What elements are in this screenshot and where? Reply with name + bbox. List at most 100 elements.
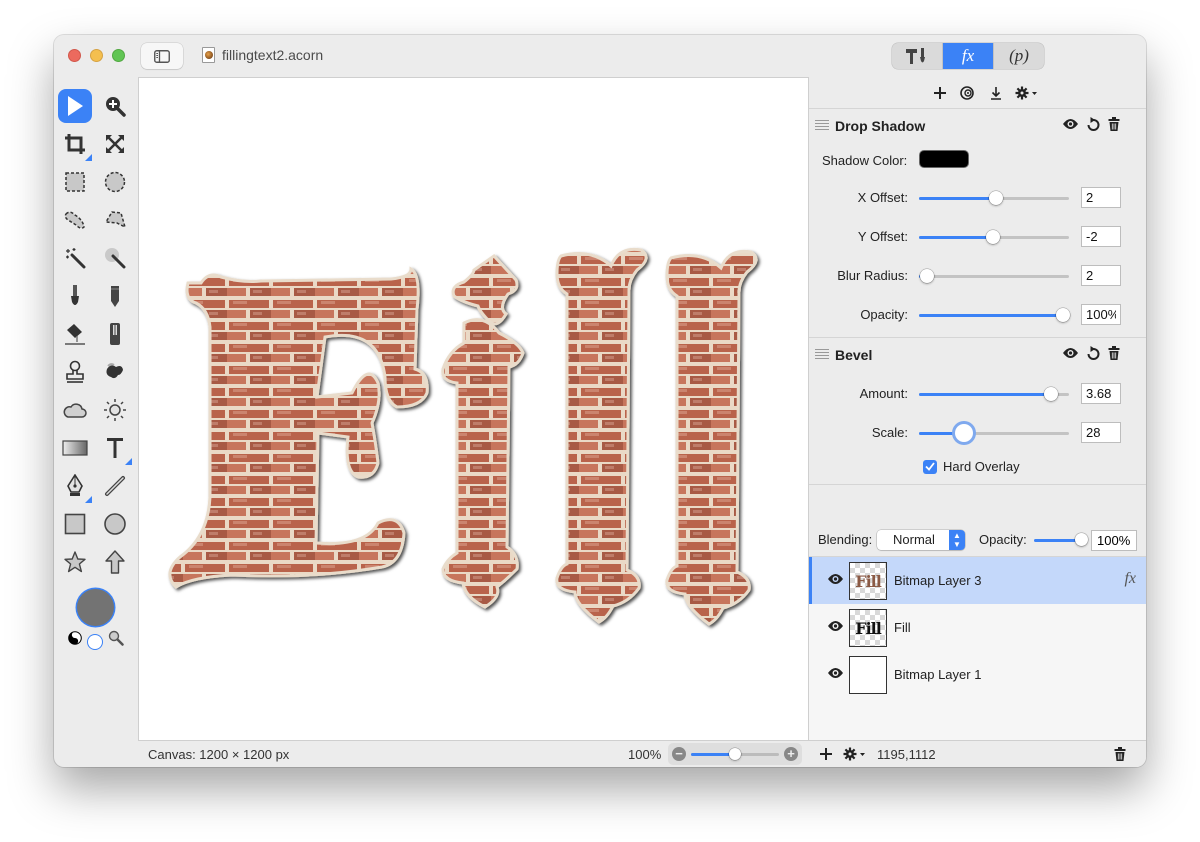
line-tool[interactable] xyxy=(98,469,132,503)
arrow-shape-tool[interactable] xyxy=(98,545,132,579)
lasso-tool[interactable] xyxy=(58,203,92,237)
delete-filter-button[interactable] xyxy=(1108,117,1120,134)
delete-layer-button[interactable] xyxy=(1114,747,1126,764)
text-tool[interactable] xyxy=(98,431,132,465)
reset-filter-button[interactable] xyxy=(1087,346,1100,363)
swap-colors-button[interactable] xyxy=(68,631,82,645)
zoom-slider-knob[interactable] xyxy=(729,748,741,760)
layer-settings-menu[interactable] xyxy=(843,747,867,764)
drag-handle[interactable] xyxy=(815,349,829,359)
zoom-slider[interactable] xyxy=(691,748,779,760)
filter-settings-menu[interactable] xyxy=(1015,83,1039,103)
toggle-visibility-button[interactable] xyxy=(1062,347,1079,362)
minimize-button[interactable] xyxy=(90,49,103,62)
toggle-visibility-button[interactable] xyxy=(1062,118,1079,133)
gradient-tool[interactable] xyxy=(58,431,92,465)
layer-row[interactable]: Bitmap Layer 1 xyxy=(809,651,1146,698)
brush-tool[interactable] xyxy=(58,279,92,313)
rectangle-shape-tool[interactable] xyxy=(58,507,92,541)
zoom-tool[interactable] xyxy=(98,89,132,123)
transform-tool[interactable] xyxy=(98,127,132,161)
blend-mode-value: Normal xyxy=(893,532,935,547)
layer-opacity-slider[interactable] xyxy=(1034,533,1088,546)
layer-visibility-toggle[interactable] xyxy=(827,667,844,682)
slider-knob[interactable] xyxy=(1075,533,1088,546)
y-offset-field[interactable] xyxy=(1081,226,1121,247)
slider-knob[interactable] xyxy=(988,191,1003,205)
drag-handle[interactable] xyxy=(815,120,829,130)
slider-knob[interactable] xyxy=(919,269,934,283)
color-picker-button[interactable] xyxy=(108,630,124,649)
eraser-tool[interactable] xyxy=(98,317,132,351)
cloud-tool[interactable] xyxy=(58,393,92,427)
amount-field[interactable] xyxy=(1081,383,1121,404)
crop-tool[interactable] xyxy=(58,127,92,161)
tab-tools-inspector[interactable] xyxy=(892,43,942,69)
tab-filters-inspector[interactable]: fx xyxy=(942,43,994,69)
pencil-tool[interactable] xyxy=(98,279,132,313)
x-offset-field[interactable] xyxy=(1081,187,1121,208)
shadow-opacity-slider[interactable] xyxy=(919,308,1070,322)
amount-slider[interactable] xyxy=(919,387,1069,401)
title-bar: fillingtext2.acorn fx (p) xyxy=(54,35,1146,77)
background-color-well[interactable] xyxy=(88,635,102,649)
scale-field[interactable] xyxy=(1081,422,1121,443)
circle-shape-tool[interactable] xyxy=(98,507,132,541)
slider-knob[interactable] xyxy=(1044,387,1058,401)
instant-alpha-tool[interactable] xyxy=(98,241,132,275)
add-layer-button[interactable] xyxy=(819,747,833,764)
shadow-color-well[interactable] xyxy=(920,151,968,167)
slider-knob[interactable] xyxy=(985,230,1000,244)
slider-knob[interactable] xyxy=(955,424,973,442)
ellipse-select-tool[interactable] xyxy=(98,165,132,199)
shadow-opacity-label: Opacity: xyxy=(860,307,908,322)
slider-fill xyxy=(919,314,1063,317)
magic-wand-tool[interactable] xyxy=(58,241,92,275)
updown-chevron-icon: ▲ ▼ xyxy=(949,530,965,550)
paint-bucket-tool[interactable] xyxy=(58,317,92,351)
filter-preview-button[interactable] xyxy=(959,83,977,103)
blend-mode-select[interactable]: Normal ▲ ▼ xyxy=(877,530,965,550)
x-offset-slider[interactable] xyxy=(919,191,1069,205)
image-canvas[interactable] xyxy=(138,77,809,740)
zoom-in-button[interactable]: + xyxy=(784,747,798,761)
foreground-color-well[interactable] xyxy=(77,589,114,626)
star-shape-tool[interactable] xyxy=(58,545,92,579)
layer-visibility-toggle[interactable] xyxy=(827,620,844,635)
tab-properties-inspector[interactable]: (p) xyxy=(994,43,1044,69)
add-filter-button[interactable] xyxy=(931,83,949,103)
y-offset-slider[interactable] xyxy=(919,230,1069,244)
shadow-color-label: Shadow Color: xyxy=(822,153,908,168)
close-button[interactable] xyxy=(68,49,81,62)
layer-opacity-field[interactable] xyxy=(1091,530,1137,551)
layer-fx-icon[interactable]: fx xyxy=(1124,570,1136,588)
sun-tool[interactable] xyxy=(98,393,132,427)
letter-l-1 xyxy=(555,247,648,624)
zoom-button[interactable] xyxy=(112,49,125,62)
blur-radius-slider[interactable] xyxy=(919,269,1069,283)
scale-slider[interactable] xyxy=(919,424,1069,442)
shadow-opacity-field[interactable] xyxy=(1081,304,1121,325)
reset-filter-button[interactable] xyxy=(1087,117,1100,134)
layer-visibility-toggle[interactable] xyxy=(827,573,844,588)
toggle-sidebar-button[interactable] xyxy=(141,43,183,69)
layer-row[interactable]: Fill Fill xyxy=(809,604,1146,651)
layer-row[interactable]: Fill Bitmap Layer 3 fx xyxy=(809,557,1146,604)
move-tool[interactable] xyxy=(58,89,92,123)
paint-bucket-icon xyxy=(65,324,85,345)
hard-overlay-checkbox[interactable]: Hard Overlay xyxy=(923,459,1020,474)
submenu-indicator xyxy=(85,496,92,503)
blur-radius-field[interactable] xyxy=(1081,265,1121,286)
polygon-lasso-tool[interactable] xyxy=(98,203,132,237)
canvas-status-bar: Canvas: 1200 × 1200 px 100% − + xyxy=(138,740,809,767)
delete-filter-button[interactable] xyxy=(1108,346,1120,363)
clone-stamp-tool[interactable] xyxy=(58,355,92,389)
pen-tool[interactable] xyxy=(58,469,92,503)
zoom-out-button[interactable]: − xyxy=(672,747,686,761)
apply-filters-button[interactable] xyxy=(987,83,1005,103)
rect-select-tool[interactable] xyxy=(58,165,92,199)
layer-thumbnail xyxy=(849,656,887,694)
checkbox-checked[interactable] xyxy=(923,459,937,474)
slider-knob[interactable] xyxy=(1056,308,1070,322)
smudge-tool[interactable] xyxy=(98,355,132,389)
